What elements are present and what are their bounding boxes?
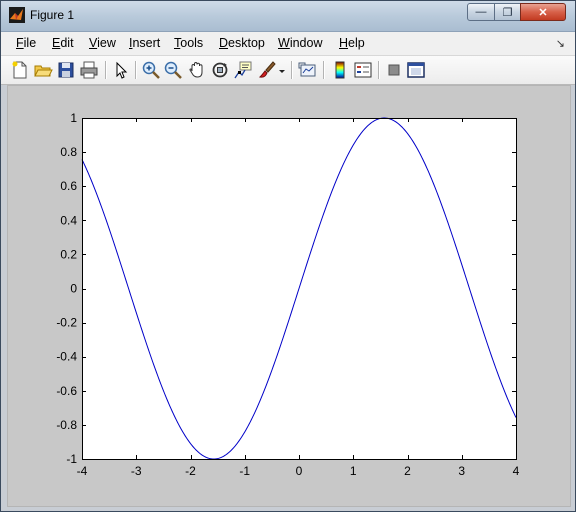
data-cursor-icon[interactable]: [233, 60, 253, 80]
y-tick-label: -0.2: [56, 316, 77, 330]
y-tick-label: -0.8: [56, 418, 77, 432]
y-tick-label: 1: [70, 111, 77, 125]
menu-desktop[interactable]: Desktop: [219, 36, 265, 50]
zoom-out-icon[interactable]: [163, 60, 183, 80]
y-tick-label: 0.4: [60, 213, 77, 227]
close-icon: ✕: [538, 6, 548, 19]
hide-plot-tools-icon[interactable]: [384, 60, 404, 80]
new-figure-icon[interactable]: [10, 60, 30, 80]
figure-canvas: -4 -3 -2 -1 0 1 2 3 4 -1 -0.8 -0.6 -0.4 -0.2 0 0.2 0.4 0…: [7, 85, 571, 507]
x-tick-label: 2: [404, 464, 411, 478]
y-tick-label: 0: [70, 282, 77, 296]
x-tick-label: 4: [513, 464, 520, 478]
toolbar-separator: [105, 61, 107, 79]
y-tick-label: -1: [66, 452, 77, 466]
menu-window[interactable]: Window: [278, 36, 322, 50]
menu-tools[interactable]: Tools: [174, 36, 203, 50]
pan-hand-icon[interactable]: [187, 60, 207, 80]
minimize-icon: —: [475, 6, 487, 18]
x-tick-label: 0: [296, 464, 303, 478]
menu-insert[interactable]: Insert: [129, 36, 160, 50]
x-tick-label: -3: [131, 464, 142, 478]
brush-icon[interactable]: [257, 60, 277, 80]
x-tick-label: -1: [239, 464, 250, 478]
open-file-icon[interactable]: [33, 60, 53, 80]
save-icon[interactable]: [56, 60, 76, 80]
plot-svg: -4 -3 -2 -1 0 1 2 3 4 -1 -0.8 -0.6 -0.4 -0.2 0 0.2 0.4 0…: [56, 111, 520, 478]
toolbar-separator: [323, 61, 325, 79]
zoom-in-icon[interactable]: [141, 60, 161, 80]
print-icon[interactable]: [79, 60, 99, 80]
title-bar[interactable]: Figure 1 — ❐ ✕: [1, 1, 575, 32]
dock-figure-icon[interactable]: ↘: [556, 37, 565, 50]
menu-view[interactable]: View: [89, 36, 116, 50]
menu-bar: File Edit View Insert Tools Desktop Wind…: [1, 32, 575, 56]
figure-toolbar: [1, 56, 575, 85]
y-tick-label: -0.4: [56, 350, 77, 364]
legend-icon[interactable]: [353, 60, 373, 80]
toolbar-separator: [291, 61, 293, 79]
show-plot-tools-icon[interactable]: [406, 60, 426, 80]
link-plot-icon[interactable]: [298, 60, 318, 80]
y-tick-label: -0.6: [56, 384, 77, 398]
y-tick-label: 0.6: [60, 179, 77, 193]
x-tick-label: -2: [185, 464, 196, 478]
figure-window: Figure 1 — ❐ ✕ File Edit View Insert Too…: [0, 0, 576, 512]
maximize-button[interactable]: ❐: [494, 3, 521, 21]
menu-help[interactable]: Help: [339, 36, 365, 50]
x-tick-labels: -4 -3 -2 -1 0 1 2 3 4: [77, 464, 520, 478]
y-tick-label: 0.2: [60, 247, 77, 261]
rotate-3d-icon[interactable]: [210, 60, 230, 80]
toolbar-separator: [135, 61, 137, 79]
matlab-logo-icon: [9, 7, 25, 23]
y-tick-label: 0.8: [60, 145, 77, 159]
close-button[interactable]: ✕: [520, 3, 566, 21]
brush-dropdown-icon[interactable]: [277, 60, 287, 80]
menu-edit[interactable]: Edit: [52, 36, 74, 50]
x-tick-label: 3: [458, 464, 465, 478]
toolbar-separator: [378, 61, 380, 79]
edit-plot-arrow-icon[interactable]: [111, 60, 131, 80]
menu-file[interactable]: File: [16, 36, 36, 50]
minimize-button[interactable]: —: [467, 3, 495, 21]
y-tick-labels: -1 -0.8 -0.6 -0.4 -0.2 0 0.2 0.4 0.6 0.8 1: [56, 111, 77, 466]
x-tick-label: 1: [350, 464, 357, 478]
colorbar-icon[interactable]: [330, 60, 350, 80]
x-tick-label: -4: [77, 464, 88, 478]
window-title: Figure 1: [30, 8, 75, 22]
maximize-icon: ❐: [502, 6, 513, 19]
